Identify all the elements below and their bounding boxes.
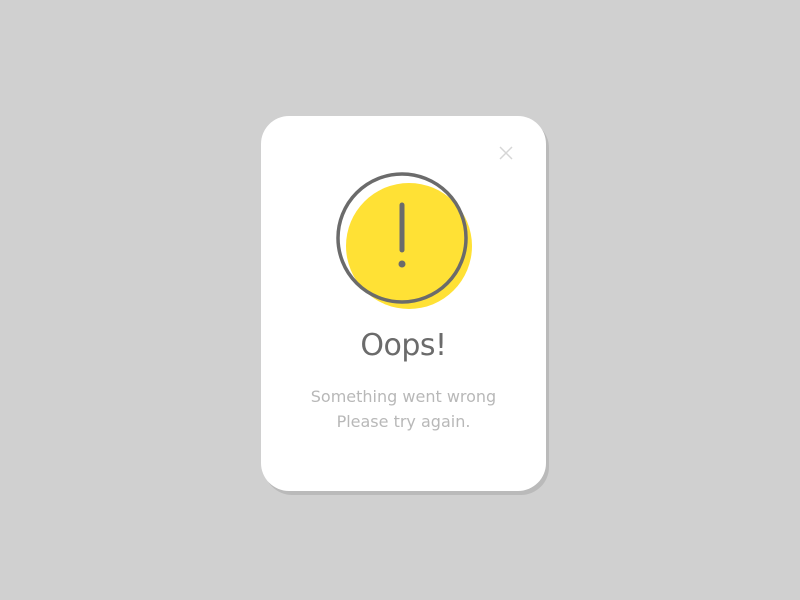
message-line-1: Something went wrong: [310, 387, 497, 406]
close-button[interactable]: [497, 144, 515, 162]
dialog-message: Something went wrong Please try again.: [261, 384, 546, 434]
exclamation-circle-icon: [335, 172, 475, 312]
dialog-title: Oops!: [360, 328, 447, 363]
error-dialog: Oops! Something went wrong Please try ag…: [261, 116, 546, 491]
message-line-2: Please try again.: [336, 412, 471, 431]
close-icon: [499, 146, 513, 160]
screen-backdrop: Oops! Something went wrong Please try ag…: [0, 0, 800, 600]
